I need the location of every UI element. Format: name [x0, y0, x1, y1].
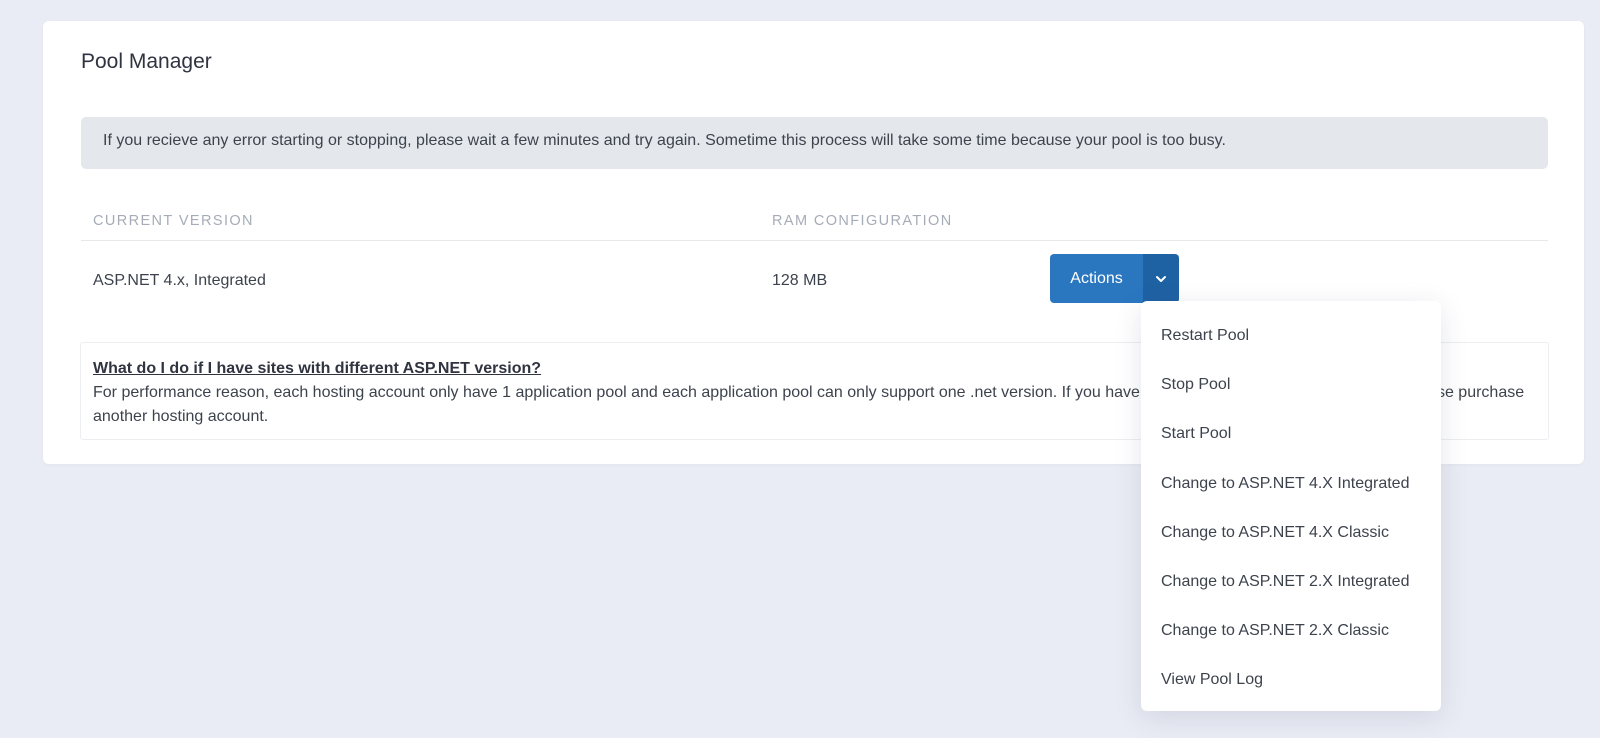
- table-header: CURRENT VERSION RAM CONFIGURATION: [81, 197, 1548, 241]
- menu-item-view-pool-log[interactable]: View Pool Log: [1141, 655, 1441, 704]
- menu-item-stop-pool[interactable]: Stop Pool: [1141, 360, 1441, 409]
- column-header-current-version: CURRENT VERSION: [93, 213, 254, 229]
- menu-item-start-pool[interactable]: Start Pool: [1141, 409, 1441, 458]
- page-title: Pool Manager: [81, 50, 212, 73]
- actions-dropdown-menu: Restart Pool Stop Pool Start Pool Change…: [1141, 301, 1441, 711]
- actions-dropdown-toggle[interactable]: [1143, 254, 1179, 303]
- menu-item-change-aspnet-2x-classic[interactable]: Change to ASP.NET 2.X Classic: [1141, 606, 1441, 655]
- ram-configuration-value: 128 MB: [772, 272, 828, 289]
- actions-button[interactable]: Actions: [1050, 254, 1143, 303]
- current-version-value: ASP.NET 4.x, Integrated: [93, 272, 266, 289]
- pool-table: CURRENT VERSION RAM CONFIGURATION ASP.NE…: [81, 197, 1548, 317]
- column-header-ram-configuration: RAM CONFIGURATION: [772, 213, 953, 229]
- chevron-down-icon: [1156, 275, 1166, 282]
- info-alert: If you recieve any error starting or sto…: [81, 117, 1548, 169]
- menu-item-change-aspnet-4x-integrated[interactable]: Change to ASP.NET 4.X Integrated: [1141, 459, 1441, 508]
- menu-item-change-aspnet-2x-integrated[interactable]: Change to ASP.NET 2.X Integrated: [1141, 557, 1441, 606]
- actions-button-group: Actions: [1050, 254, 1179, 303]
- menu-item-restart-pool[interactable]: Restart Pool: [1141, 311, 1441, 360]
- menu-item-change-aspnet-4x-classic[interactable]: Change to ASP.NET 4.X Classic: [1141, 508, 1441, 557]
